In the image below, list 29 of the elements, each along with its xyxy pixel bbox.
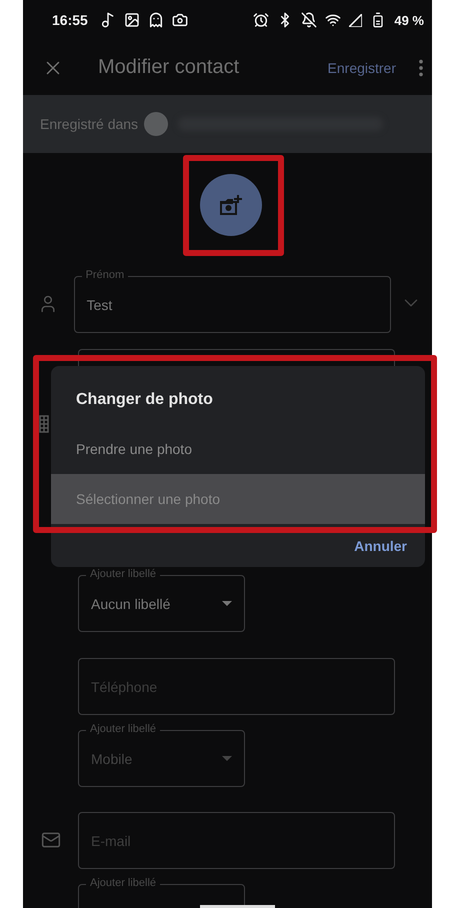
dialog-option[interactable]: Prendre une photo — [51, 424, 425, 474]
field-value: Test — [86, 296, 112, 312]
camera-plus-icon — [220, 195, 242, 215]
bell-off-icon — [301, 12, 318, 28]
image-icon — [124, 12, 140, 28]
dialog-option[interactable]: Sélectionner une photo — [51, 474, 425, 524]
field-label: Ajouter libellé — [86, 876, 160, 890]
dialog-title: Changer de photo — [76, 390, 213, 410]
field-label: Ajouter libellé — [86, 722, 160, 736]
screen-title: Modifier contact — [98, 56, 240, 79]
dropdown-value: Mobile — [91, 750, 132, 766]
grid-icon — [38, 415, 48, 433]
mail-icon — [40, 830, 60, 850]
field-label: Ajouter libellé — [86, 567, 160, 581]
dropdown-caret-icon — [222, 756, 232, 761]
account-avatar — [144, 112, 168, 136]
save-button[interactable]: Enregistrer — [324, 56, 400, 80]
signal-icon — [349, 14, 362, 26]
battery-percent: 49 % — [394, 12, 424, 28]
cancel-button[interactable]: Annuler — [352, 536, 409, 556]
saved-in-label: Enregistré dans — [40, 116, 138, 132]
dropdown-value: Aucun libellé — [91, 596, 170, 612]
status-time: 16:55 — [52, 12, 88, 28]
alarm-clock-icon — [253, 12, 270, 28]
music-note-icon — [100, 12, 116, 28]
ghost-icon — [148, 12, 164, 28]
dropdown-caret-icon — [222, 601, 232, 606]
camera-icon — [172, 12, 188, 28]
wifi-icon — [325, 12, 342, 28]
